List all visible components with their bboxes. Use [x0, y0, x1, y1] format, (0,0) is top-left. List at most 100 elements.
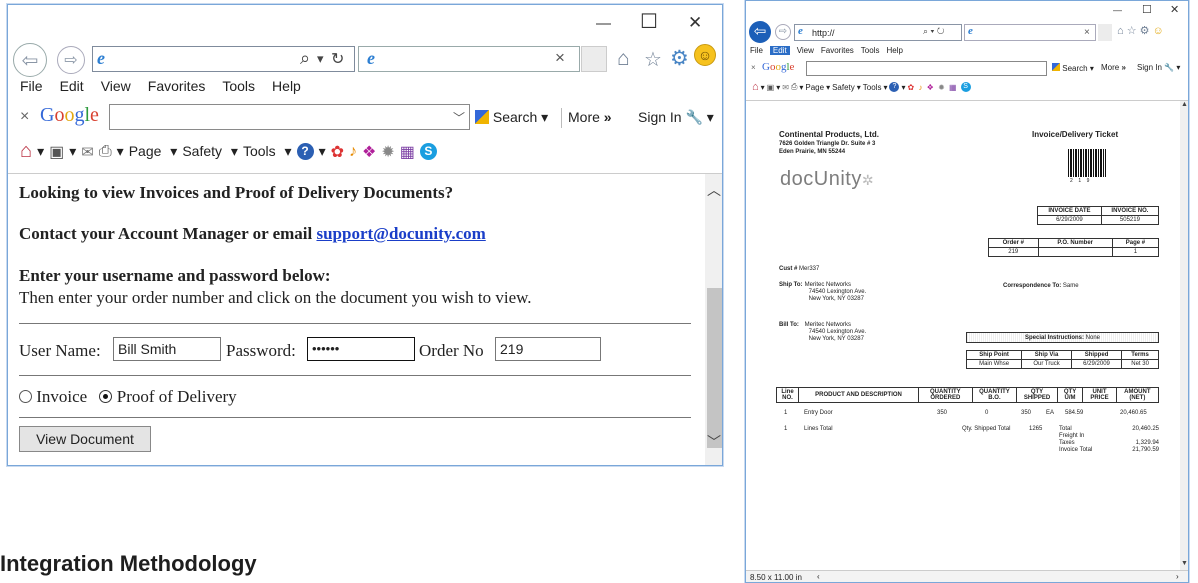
more-button[interactable]: More »: [568, 109, 612, 125]
vertical-scrollbar[interactable]: ︿ ﹀: [705, 174, 722, 465]
radio-proof-of-delivery[interactable]: [99, 390, 113, 403]
addon-icons[interactable]: ✿ ♪ ❖ ✹ ▦: [908, 83, 959, 92]
menu-edit[interactable]: Edit: [769, 46, 790, 55]
more-button[interactable]: More »: [1101, 63, 1126, 72]
google-search-input[interactable]: ﹀: [109, 104, 470, 130]
new-tab-button[interactable]: [1098, 24, 1112, 41]
browser-tab[interactable]: e ×: [964, 24, 1096, 41]
favorites-star-icon[interactable]: ☆: [644, 47, 662, 72]
refresh-icon[interactable]: ↻: [331, 49, 344, 69]
maximize-icon[interactable]: ☐: [640, 9, 658, 34]
smiley-icon[interactable]: ☺: [694, 44, 716, 66]
search-icon[interactable]: ⌕: [300, 48, 310, 69]
scroll-thumb[interactable]: [707, 288, 722, 448]
chevron-down-icon[interactable]: ﹀: [453, 109, 465, 126]
menu-file[interactable]: File: [20, 78, 43, 94]
home-icon[interactable]: ⌂: [617, 47, 630, 71]
scroll-down-icon[interactable]: ﹀: [707, 432, 721, 452]
help-icon[interactable]: ?: [296, 143, 314, 160]
page-menu[interactable]: Page ▾: [129, 143, 178, 160]
sign-in-button[interactable]: Sign In 🔧 ▾: [638, 109, 714, 126]
close-icon[interactable]: ✕: [1170, 3, 1179, 16]
menu-help[interactable]: Help: [272, 78, 301, 94]
col-qty-ordered: QUANTITY ORDERED: [918, 387, 973, 403]
order-input[interactable]: 219: [495, 337, 601, 361]
forward-button[interactable]: ⇨: [57, 46, 85, 74]
browser-tab[interactable]: e ×: [358, 46, 580, 72]
skype-icon[interactable]: S: [419, 143, 437, 160]
feeds-icon[interactable]: ▣: [49, 142, 64, 162]
help-icon[interactable]: ?: [889, 82, 900, 92]
skype-icon[interactable]: S: [960, 82, 971, 92]
col-product: PRODUCT AND DESCRIPTION: [798, 387, 919, 403]
tab-close-icon[interactable]: ×: [555, 48, 565, 68]
minimize-icon[interactable]: —: [596, 15, 611, 32]
google-toolbar-close-icon[interactable]: ×: [20, 108, 29, 126]
address-bar[interactable]: e ⌕ ▾ ↻: [92, 46, 355, 72]
horizontal-scroll-left-icon[interactable]: ‹: [817, 572, 820, 581]
page-menu[interactable]: Page ▾: [805, 83, 830, 92]
col-qty-um: QTY U/M: [1056, 387, 1084, 403]
menu-file[interactable]: File: [750, 46, 763, 55]
scroll-up-icon[interactable]: ▲: [1181, 101, 1188, 108]
menu-tools[interactable]: Tools: [861, 46, 880, 55]
search-refresh-icons[interactable]: ⌕ ▾ ↻: [923, 26, 944, 37]
radio-invoice[interactable]: [19, 390, 32, 403]
google-multicolor-icon: [475, 110, 489, 124]
menu-view[interactable]: View: [101, 78, 131, 94]
close-icon[interactable]: ✕: [688, 13, 702, 33]
sign-in-button[interactable]: Sign In 🔧 ▾: [1137, 63, 1180, 72]
menu-favorites[interactable]: Favorites: [148, 78, 206, 94]
back-button[interactable]: ⇦: [749, 21, 771, 43]
view-document-button[interactable]: View Document: [19, 426, 151, 452]
print-icon[interactable]: ⎙: [99, 143, 112, 161]
address-bar[interactable]: e http:// ⌕ ▾ ↻: [794, 24, 962, 41]
menu-view[interactable]: View: [797, 46, 814, 55]
minimize-icon[interactable]: —: [1113, 5, 1122, 15]
username-input[interactable]: Bill Smith: [113, 337, 221, 361]
dropdown-icon[interactable]: ▾: [317, 51, 324, 67]
home-command-icon[interactable]: ⌂: [752, 81, 759, 93]
addon-icon-1[interactable]: ✿: [331, 142, 344, 162]
gear-icon[interactable]: ⚙: [670, 46, 689, 71]
addon-icon-3[interactable]: ❖: [362, 142, 376, 162]
menu-edit[interactable]: Edit: [60, 78, 84, 94]
feeds-icon[interactable]: ▣: [767, 83, 775, 92]
google-search-button[interactable]: Search ▾: [475, 109, 548, 126]
section-heading: Integration Methodology: [0, 551, 257, 576]
scroll-down-icon[interactable]: ▼: [1181, 560, 1188, 567]
terms-header: Terms: [1121, 350, 1159, 360]
safety-menu[interactable]: Safety ▾: [182, 143, 238, 160]
tools-menu[interactable]: Tools ▾: [243, 143, 292, 160]
tab-close-icon[interactable]: ×: [1084, 27, 1090, 38]
password-input[interactable]: ••••••: [307, 337, 415, 361]
support-email-link[interactable]: support@docunity.com: [316, 224, 485, 243]
safety-menu[interactable]: Safety ▾: [832, 83, 861, 92]
menu-tools[interactable]: Tools: [222, 78, 255, 94]
lines-total-row: 1 Lines Total Qty. Shipped Total 1265 To…: [784, 426, 1159, 453]
menu-help[interactable]: Help: [886, 46, 902, 55]
mail-icon[interactable]: ✉: [81, 143, 94, 161]
maximize-icon[interactable]: ☐: [1142, 3, 1152, 16]
radio-proof-of-delivery-label: Proof of Delivery: [116, 387, 237, 406]
addon-icon-4[interactable]: ✹: [381, 142, 394, 162]
google-toolbar-close-icon[interactable]: ×: [751, 63, 756, 72]
viewer-vertical-scrollbar[interactable]: ▲ ▼: [1180, 101, 1188, 571]
horizontal-scroll-right-icon[interactable]: ›: [1176, 572, 1179, 581]
home-command-icon[interactable]: ⌂: [20, 140, 32, 163]
menu-favorites[interactable]: Favorites: [821, 46, 854, 55]
toolbar-icons[interactable]: ⌂ ☆ ⚙ ☺: [1117, 24, 1164, 37]
new-tab-button[interactable]: [581, 46, 607, 72]
scroll-up-icon[interactable]: ︿: [707, 180, 721, 200]
address-input[interactable]: http://: [812, 28, 835, 38]
mail-icon[interactable]: ✉: [782, 83, 789, 92]
forward-button[interactable]: ⇨: [775, 24, 791, 40]
special-instructions: Special Instructions: None: [966, 332, 1159, 343]
addon-icon-2[interactable]: ♪: [349, 143, 357, 161]
google-search-button[interactable]: Search ▾: [1052, 63, 1094, 73]
google-search-input[interactable]: [806, 61, 1047, 76]
tools-menu[interactable]: Tools ▾: [863, 83, 888, 92]
print-icon[interactable]: ⎙: [791, 82, 797, 92]
back-button[interactable]: ⇦: [13, 43, 47, 77]
onenote-icon[interactable]: ▦: [400, 142, 415, 162]
